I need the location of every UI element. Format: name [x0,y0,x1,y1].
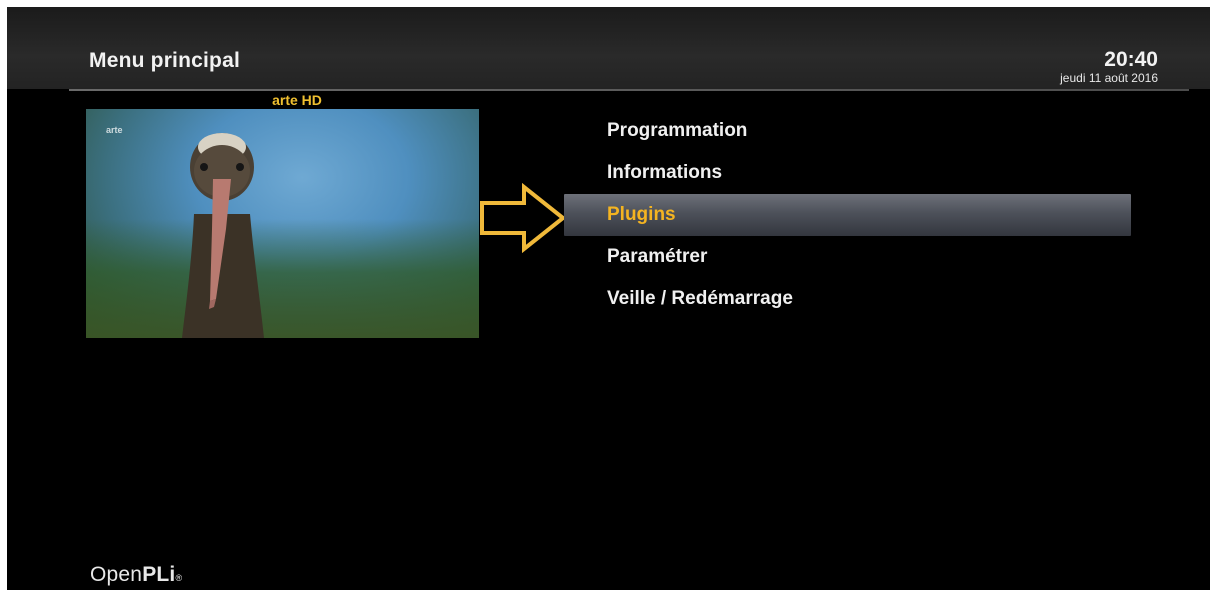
menu-item-veille-redemarrage[interactable]: Veille / Redémarrage [564,278,1134,320]
main-menu-screen: Menu principal 20:40 jeudi 11 août 2016 … [7,7,1210,590]
arrow-right-icon [480,183,567,253]
brand-light-text: Open [90,563,143,586]
clock-date: jeudi 11 août 2016 [1060,71,1158,85]
header-divider [69,89,1189,91]
openpli-logo: OpenPLi® [90,563,182,587]
tv-preview: arte [86,109,479,338]
main-menu-list: Programmation Informations Plugins Param… [564,110,1134,320]
header-bar: Menu principal 20:40 jeudi 11 août 2016 [7,7,1210,89]
brand-mark: ® [175,573,183,583]
bird-image [182,133,264,338]
clock-time: 20:40 [1104,48,1158,71]
page-title: Menu principal [89,49,240,72]
menu-item-parametrer[interactable]: Paramétrer [564,236,1134,278]
menu-item-plugins[interactable]: Plugins [564,194,1131,236]
brand-bold-text: PLi [142,563,176,586]
channel-name: arte HD [272,92,322,108]
menu-item-programmation[interactable]: Programmation [564,110,1134,152]
menu-item-informations[interactable]: Informations [564,152,1134,194]
